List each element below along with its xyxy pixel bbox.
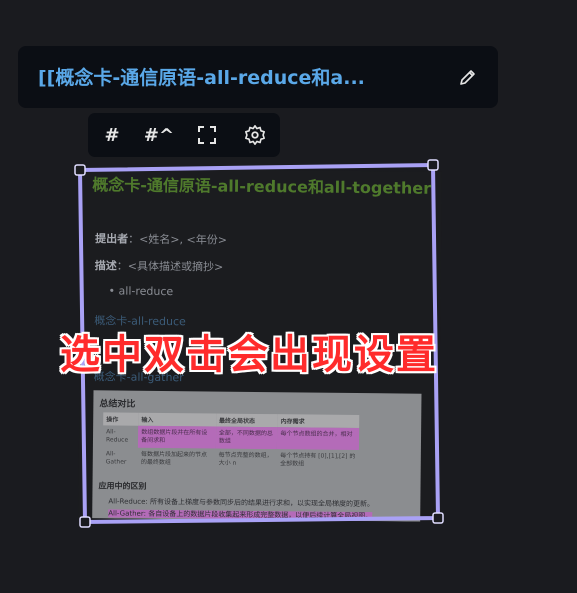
list-item-text: all-reduce	[118, 284, 174, 299]
column-header: 操作	[103, 412, 139, 426]
table-cell: 每个节点数组的合并，相对	[277, 427, 360, 451]
tag-button[interactable]: #	[89, 113, 135, 157]
table-row: All-Reduce 数组数据片段并在所有设备间求和 全部，不同数据的总数组 每…	[103, 425, 360, 451]
column-header: 内存需求	[277, 414, 360, 429]
gear-icon[interactable]	[232, 113, 278, 157]
table-heading: 总结对比	[99, 399, 136, 410]
table-subheading: 应用中的区别	[98, 481, 147, 491]
list-item: All-Reduce: 所有设备上梯度与参数同步后的结果进行求和，以实现全局梯度…	[108, 497, 375, 509]
resize-handle[interactable]	[427, 159, 439, 171]
proposer-field: 提出者：<姓名>, <年份>	[95, 230, 227, 247]
column-header: 最终全局状态	[215, 413, 278, 428]
table-cell: 全部，不同数据的总数组	[215, 426, 278, 450]
table-cell: All-Reduce	[105, 428, 129, 444]
table-cell: 数组数据片段并在所有设备间求和	[138, 425, 216, 449]
table-cell: All-Gather	[105, 450, 127, 466]
description-label: 描述	[94, 259, 117, 273]
note-title: 概念卡-通信原语-all-reduce和all-together	[92, 175, 432, 198]
list-item-text: All-Gather: 各自设备上的数据片段收集起来形成完整数据，以便后续计算全…	[108, 509, 373, 521]
description-value: ：<具体描述或摘抄>	[116, 259, 224, 274]
table-cell: 每数据片段加起来的节点的最终数组	[140, 450, 208, 467]
comparison-table: 操作 输入 最终全局状态 内存需求 All-Reduce 数组数据片段并在所有设…	[103, 412, 360, 472]
overlay-caption: 选中双击会出现设置	[60, 331, 438, 378]
column-header: 输入	[138, 412, 217, 427]
expand-icon[interactable]	[184, 113, 230, 157]
table-row: All-Gather 每数据片段加起来的节点的最终数组 每节点完整的数组，大小 …	[103, 447, 359, 472]
embed-title-bar: [[概念卡-通信原语-all-reduce和a...	[18, 46, 498, 108]
proposer-value: ：<姓名>, <年份>	[128, 232, 228, 247]
resize-handle[interactable]	[79, 516, 91, 528]
list-item: All-Gather: 各自设备上的数据片段收集起来形成完整数据，以便后续计算全…	[108, 508, 373, 521]
proposer-label: 提出者	[95, 232, 129, 246]
table-cell: 每个节点持有 [0],[1],[2] 的全部数组	[280, 452, 356, 468]
embed-link-title[interactable]: [[概念卡-通信原语-all-reduce和a...	[38, 66, 438, 90]
list-item: • all-reduce	[108, 284, 174, 299]
table-cell: 每节点完整的数组，大小 n	[218, 451, 273, 467]
description-field: 描述：<具体描述或摘抄>	[95, 257, 224, 274]
embedded-image: 总结对比 操作 输入 最终全局状态 内存需求 All-Reduce 数组数据片段…	[92, 390, 422, 522]
embed-toolbar: # #^	[88, 113, 280, 157]
heading-link-button[interactable]: #^	[136, 113, 182, 157]
pencil-icon[interactable]	[458, 67, 478, 87]
